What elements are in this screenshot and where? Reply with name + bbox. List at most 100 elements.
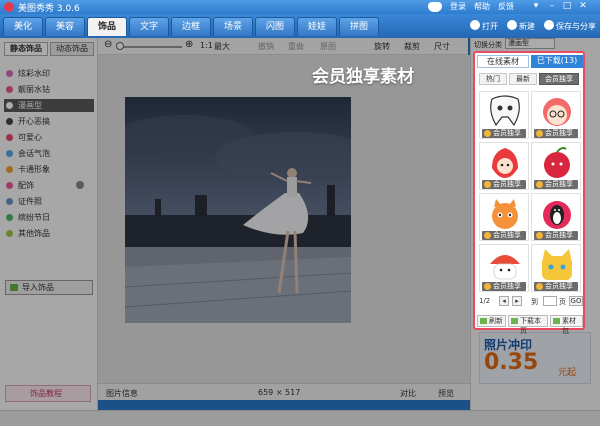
category-item[interactable]: 配饰: [4, 179, 94, 192]
photo-ballerina[interactable]: [125, 97, 351, 323]
next-page-button[interactable]: ▸: [512, 296, 522, 306]
crop-button[interactable]: 裁剪: [404, 41, 420, 52]
material-tile[interactable]: 会员独享: [479, 193, 529, 241]
rotate-button[interactable]: 旋转: [374, 41, 390, 52]
redhair-girl-sticker-icon: [543, 98, 571, 126]
member-badge: 会员独享: [534, 180, 578, 189]
material-tile[interactable]: 会员独享: [531, 142, 581, 190]
member-badge: 会员独享: [534, 231, 578, 240]
close-button[interactable]: ✕: [577, 1, 589, 12]
subtab-static[interactable]: 静态饰品: [4, 42, 48, 56]
import-decoration-button[interactable]: 导入饰品: [5, 280, 93, 295]
status-bar: [0, 410, 600, 426]
red-hood-sticker-icon: [492, 148, 518, 178]
new-button[interactable]: 新建: [507, 19, 535, 34]
info-icon[interactable]: [76, 181, 84, 189]
skin-icon[interactable]: ▾: [530, 1, 542, 12]
mushroom-sticker-icon: [490, 255, 520, 280]
zoom-out-icon[interactable]: ⊖: [104, 39, 112, 50]
tutorial-button[interactable]: 饰品教程: [5, 385, 91, 402]
zoom-slider-thumb[interactable]: [116, 42, 124, 50]
open-button[interactable]: 打开: [470, 19, 498, 34]
category-item[interactable]: 卡通形象: [4, 163, 94, 176]
star-icon: [6, 70, 13, 77]
material-tile[interactable]: 会员独享: [531, 244, 581, 292]
category-item[interactable]: 会话气泡: [4, 147, 94, 160]
material-tile[interactable]: 会员独享: [479, 244, 529, 292]
accessory-icon: [6, 182, 13, 189]
penguin-sticker-icon: [543, 201, 571, 229]
canvas-bottom-bar: 图片信息 659 × 517 对比 预览: [98, 383, 470, 400]
feedback-link[interactable]: 反馈: [498, 1, 514, 12]
go-button[interactable]: GO: [569, 296, 583, 306]
category-item[interactable]: 证件照: [4, 195, 94, 208]
refresh-button[interactable]: 刷新: [477, 315, 506, 327]
pagination: 1/2 ◂ ▸ 到 页 GO: [479, 296, 583, 308]
fit-icon[interactable]: 1:1: [200, 41, 213, 50]
id-icon: [6, 198, 13, 205]
category-select[interactable]: 漫画型: [505, 38, 555, 49]
minimize-button[interactable]: –: [546, 1, 558, 12]
save-share-button[interactable]: 保存与分享: [544, 19, 596, 34]
category-item[interactable]: 开心恶搞: [4, 115, 94, 128]
subtab-member[interactable]: 会员独享: [539, 73, 579, 85]
photo-illustration: [125, 97, 351, 323]
tab-decorations[interactable]: 饰品: [87, 17, 127, 36]
category-item[interactable]: 炫彩水印: [4, 67, 94, 80]
tab-flash[interactable]: 闪图: [255, 17, 295, 36]
ad-unit: 元起: [558, 368, 577, 378]
cartoon-icon: [6, 166, 13, 173]
material-pack-button[interactable]: 素材包: [550, 315, 583, 335]
material-tile[interactable]: 会员独享: [531, 91, 581, 139]
page-indicator: 1/2: [479, 297, 491, 305]
tab-dolls[interactable]: 娃娃: [297, 17, 337, 36]
tab-beautify[interactable]: 美化: [3, 17, 43, 36]
tab-scenes[interactable]: 场景: [213, 17, 253, 36]
original-button[interactable]: 原图: [320, 41, 336, 52]
help-link[interactable]: 帮助: [474, 1, 490, 12]
member-badge: 会员独享: [482, 129, 526, 138]
tab-makeup[interactable]: 美容: [45, 17, 85, 36]
tab-downloaded[interactable]: 已下载(13): [531, 55, 583, 68]
edit-toolbar: ⊖ ⊕ 1:1 最大 撤销 重做 原图 旋转 裁剪 尺寸: [98, 38, 468, 55]
preview-button[interactable]: 预览: [438, 388, 454, 399]
tab-text[interactable]: 文字: [129, 17, 169, 36]
image-info-button[interactable]: 图片信息: [106, 388, 138, 399]
subtab-animated[interactable]: 动态饰品: [50, 42, 94, 56]
redo-button[interactable]: 重做: [288, 41, 304, 52]
zoom-slider[interactable]: [118, 46, 182, 48]
tab-collage[interactable]: 拼图: [339, 17, 379, 36]
category-item[interactable]: 可爱心: [4, 131, 94, 144]
photo-print-ad[interactable]: 照片冲印 0.35 元起: [479, 332, 591, 384]
page-input[interactable]: [543, 296, 557, 306]
category-item-selected[interactable]: 漫画型: [4, 99, 94, 112]
material-tile[interactable]: 会员独享: [531, 193, 581, 241]
window-title: 美图秀秀 3.0.6: [18, 4, 80, 14]
subtab-hot[interactable]: 热门: [479, 73, 507, 85]
app-logo-icon: [4, 2, 14, 12]
login-link[interactable]: 登录: [450, 1, 466, 12]
canvas-area: [98, 55, 470, 383]
material-tile[interactable]: 会员独享: [479, 142, 529, 190]
tab-frames[interactable]: 边框: [171, 17, 211, 36]
max-button[interactable]: 最大: [214, 41, 230, 52]
size-button[interactable]: 尺寸: [434, 41, 450, 52]
tab-online-material[interactable]: 在线素材: [477, 55, 529, 68]
maximize-button[interactable]: □: [561, 1, 573, 12]
material-tile[interactable]: 会员独享: [479, 91, 529, 139]
compare-button[interactable]: 对比: [400, 388, 416, 399]
prev-page-button[interactable]: ◂: [499, 296, 509, 306]
subtab-new[interactable]: 最新: [509, 73, 537, 85]
category-item[interactable]: 缤纷节日: [4, 211, 94, 224]
glasses-icon: [6, 118, 13, 125]
download-page-button[interactable]: 下载本页: [508, 315, 548, 335]
undo-button[interactable]: 撤销: [258, 41, 274, 52]
switch-category-label: 切换分类: [474, 41, 502, 49]
zoom-in-icon[interactable]: ⊕: [185, 39, 193, 50]
mascot-icon: [428, 2, 442, 12]
category-item[interactable]: 靓丽水钻: [4, 83, 94, 96]
goto-label: 到: [531, 298, 538, 306]
category-item[interactable]: 其他饰品: [4, 227, 94, 240]
member-exclusive-callout: 会员独享素材: [312, 67, 414, 87]
other-icon: [6, 230, 13, 237]
